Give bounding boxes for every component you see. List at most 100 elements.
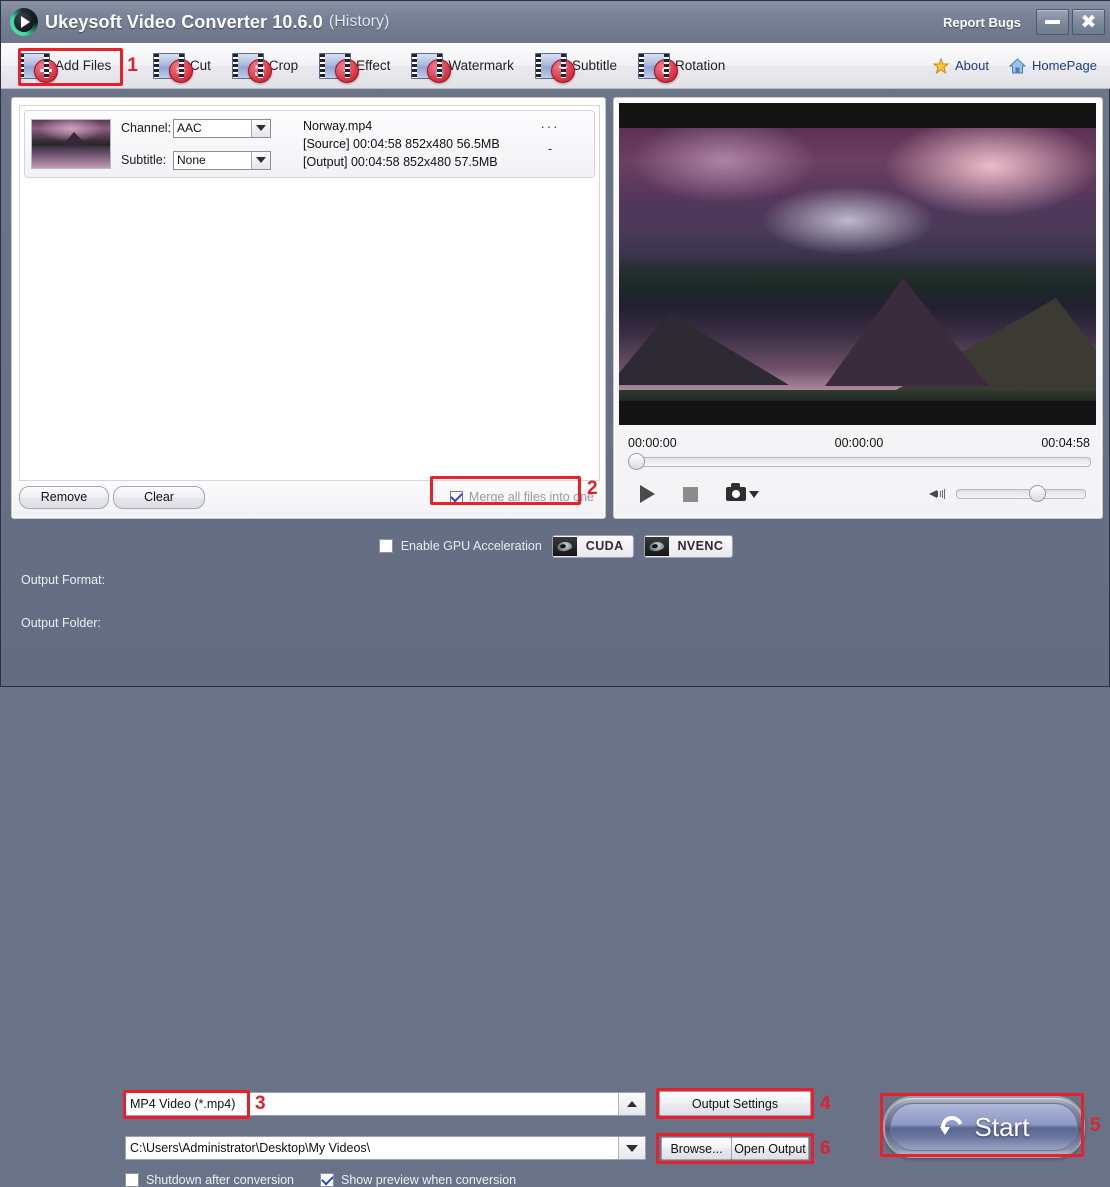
output-folder-value: C:\Users\Administrator\Desktop\My Videos… xyxy=(130,1141,371,1155)
toolbar-label: Watermark xyxy=(448,58,514,73)
subtitle-select[interactable]: None xyxy=(173,150,271,170)
film-magic-wand-icon: ✦ xyxy=(319,52,360,83)
chevron-down-icon xyxy=(251,151,270,169)
remove-button[interactable]: Remove xyxy=(19,485,109,509)
channel-select[interactable]: AAC xyxy=(173,118,271,138)
file-list-actions: Remove Clear Merge all files into one xyxy=(19,483,598,511)
gpu-acceleration-row: Enable GPU Acceleration CUDA NVENC xyxy=(1,534,1110,558)
seek-handle[interactable] xyxy=(628,453,645,470)
home-icon xyxy=(1008,57,1026,73)
file-list-item[interactable]: Channel: AAC Subtitle: None Norway.mp4 [… xyxy=(24,110,595,178)
cuda-label: CUDA xyxy=(585,539,624,553)
open-output-button[interactable]: Open Output xyxy=(731,1137,809,1160)
video-preview[interactable] xyxy=(619,103,1096,425)
marker-1: 1 xyxy=(127,54,138,76)
toolbar-item-subtitle[interactable]: T Subtitle xyxy=(528,48,627,84)
refresh-circle-icon xyxy=(939,1114,965,1140)
toolbar-label: Cut xyxy=(189,58,211,73)
film-scissors-icon: ✂ xyxy=(152,52,193,83)
merge-files-checkbox[interactable]: Merge all files into one xyxy=(446,486,598,508)
film-crop-icon: ⛶ xyxy=(231,52,272,83)
toolbar-item-rotation[interactable]: ↺ Rotation xyxy=(631,48,735,84)
merge-files-label: Merge all files into one xyxy=(468,490,594,504)
nvenc-button[interactable]: NVENC xyxy=(643,534,734,558)
history-label: (History) xyxy=(328,13,390,30)
toolbar-item-effect[interactable]: ✦ Effect xyxy=(312,48,400,84)
main-toolbar: Add Files 1 ✂ Cut ⛶ Crop ✦ Effect 💧 Wate… xyxy=(1,43,1110,89)
volume-control[interactable] xyxy=(929,485,1096,502)
row-more-button[interactable]: ··· xyxy=(520,119,580,135)
main-body: Channel: AAC Subtitle: None Norway.mp4 [… xyxy=(1,88,1110,525)
minimize-icon xyxy=(1045,20,1060,24)
output-settings-button[interactable]: Output Settings xyxy=(659,1091,811,1116)
player-controls xyxy=(621,478,1096,510)
output-format-row: Output Format: xyxy=(21,573,105,587)
chevron-up-icon xyxy=(618,1093,645,1115)
gpu-acceleration-label: Enable GPU Acceleration xyxy=(400,539,542,553)
close-button[interactable]: ✖ xyxy=(1072,9,1105,35)
time-indicators: 00:00:00 00:00:00 00:04:58 xyxy=(628,435,1090,451)
marker-4: 4 xyxy=(820,1093,831,1114)
app-logo-play-icon xyxy=(10,8,38,36)
play-icon[interactable] xyxy=(640,485,655,503)
channel-label: Channel: xyxy=(121,121,172,135)
browse-button[interactable]: Browse... xyxy=(661,1137,731,1160)
volume-handle[interactable] xyxy=(1029,485,1046,502)
nvidia-eye-icon xyxy=(644,536,669,556)
app-window: Ukeysoft Video Converter 10.6.0 (History… xyxy=(0,0,1110,1187)
time-total: 00:04:58 xyxy=(1041,436,1090,450)
snapshot-button[interactable] xyxy=(726,483,759,501)
output-folder-row: Output Folder: xyxy=(21,616,101,630)
shutdown-checkbox[interactable] xyxy=(125,1173,139,1187)
cuda-button[interactable]: CUDA xyxy=(551,534,634,558)
camera-icon xyxy=(726,483,746,501)
app-title: Ukeysoft Video Converter 10.6.0 xyxy=(45,11,323,32)
checkbox-icon xyxy=(449,490,463,504)
channel-value: AAC xyxy=(177,121,202,135)
subtitle-label: Subtitle: xyxy=(121,153,167,167)
homepage-link[interactable]: HomePage xyxy=(1008,57,1097,74)
show-preview-checkbox[interactable] xyxy=(320,1173,335,1187)
output-folder-label: Output Folder: xyxy=(21,616,101,630)
chevron-down-icon xyxy=(618,1137,645,1159)
toolbar-item-watermark[interactable]: 💧 Watermark xyxy=(404,48,524,84)
toolbar-item-cut[interactable]: ✂ Cut xyxy=(146,48,221,84)
caret-down-icon xyxy=(749,490,759,498)
start-button[interactable]: Start xyxy=(883,1096,1085,1158)
marker-5: 5 xyxy=(1090,1115,1101,1136)
speaker-icon xyxy=(929,487,949,501)
title-bar: Ukeysoft Video Converter 10.6.0 (History… xyxy=(1,1,1110,43)
file-list-panel: Channel: AAC Subtitle: None Norway.mp4 [… xyxy=(11,97,606,519)
toolbar-item-crop[interactable]: ⛶ Crop xyxy=(225,48,308,84)
volume-slider[interactable] xyxy=(956,485,1086,502)
stop-icon[interactable] xyxy=(683,486,698,502)
toolbar-label: Effect xyxy=(356,58,391,73)
output-folder-select[interactable]: C:\Users\Administrator\Desktop\My Videos… xyxy=(125,1136,646,1160)
preview-image xyxy=(619,128,1096,425)
nvenc-label: NVENC xyxy=(677,539,724,553)
start-label: Start xyxy=(974,1111,1030,1142)
bottom-checkboxes: Shutdown after conversion Show preview w… xyxy=(125,1173,516,1187)
gpu-acceleration-checkbox[interactable] xyxy=(378,539,393,553)
about-label: About xyxy=(954,58,989,73)
film-droplet-icon: 💧 xyxy=(411,52,452,83)
toolbar-item-add-files[interactable]: Add Files xyxy=(11,48,121,84)
output-format-select[interactable]: MP4 Video (*.mp4) xyxy=(125,1092,646,1116)
clear-button[interactable]: Clear xyxy=(113,485,205,509)
report-bugs-link[interactable]: Report Bugs xyxy=(943,15,1021,30)
marker-3: 3 xyxy=(255,1093,266,1114)
preview-panel: 00:00:00 00:00:00 00:04:58 xyxy=(613,97,1103,519)
about-link[interactable]: About xyxy=(932,57,989,74)
file-list[interactable]: Channel: AAC Subtitle: None Norway.mp4 [… xyxy=(19,105,600,481)
toolbar-label: Subtitle xyxy=(571,58,617,73)
seek-bar[interactable] xyxy=(621,452,1096,470)
film-rotate-icon: ↺ xyxy=(637,52,678,83)
minimize-button[interactable] xyxy=(1036,9,1069,35)
subtitle-value: None xyxy=(177,153,206,167)
shutdown-label: Shutdown after conversion xyxy=(146,1173,295,1187)
video-thumbnail xyxy=(31,119,111,169)
marker-2: 2 xyxy=(587,478,598,499)
footer: Enable GPU Acceleration CUDA NVENC Outpu… xyxy=(1,525,1110,1187)
output-format-value: MP4 Video (*.mp4) xyxy=(130,1097,236,1111)
show-preview-label: Show preview when conversion xyxy=(341,1173,517,1187)
